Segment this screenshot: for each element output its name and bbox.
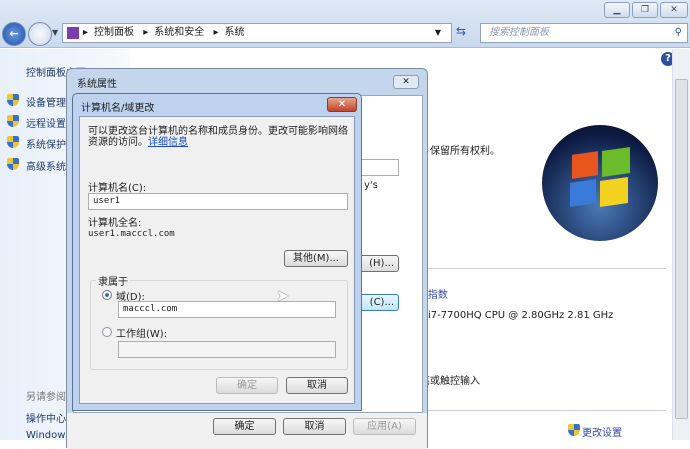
restore-button[interactable]: ❐ [632,2,658,18]
divider [428,268,666,269]
breadcrumb-system[interactable]: 系统 [224,27,244,38]
close-button[interactable]: ✕ [393,75,419,89]
description-field[interactable] [357,159,399,176]
domain-input[interactable]: macccl.com [118,301,336,318]
windows-logo [542,125,658,241]
apply-button[interactable]: 应用(A) [353,418,416,435]
computer-name-dialog: 计算机名/域更改 ✕ 可以更改这台计算机的名称和成员身份。更改可能影响网络资源的… [72,93,362,411]
breadcrumb-control-panel[interactable]: 控制面板 [94,27,134,38]
forward-button[interactable] [28,22,52,46]
shield-icon [7,158,19,170]
description-text: 可以更改这台计算机的名称和成员身份。更改可能影响网络资源的访问。详细信息 [88,126,348,148]
shield-icon [7,94,19,106]
change-settings-link[interactable]: 更改设置 [582,424,622,439]
shield-icon [7,115,19,127]
minimize-button[interactable]: ▁ [604,2,630,18]
dialog-body: 可以更改这台计算机的名称和成员身份。更改可能影响网络资源的访问。详细信息 计算机… [79,116,355,404]
workgroup-radio[interactable] [102,327,112,337]
shield-icon [568,424,580,436]
dialog-title: 系统属性 [77,79,117,90]
remote-settings-link[interactable]: 远程设置 [26,115,66,130]
control-panel-icon [67,27,79,39]
scrollbar[interactable] [672,49,690,440]
description-hint: y's [364,180,378,191]
address-bar[interactable]: ▸ 控制面板 ▸ 系统和安全 ▸ 系统 ▼ [62,23,452,43]
refresh-icon[interactable]: ⇆ [456,24,466,38]
shield-icon [7,136,19,148]
copyright-text: 保留所有权利。 [430,146,500,157]
action-center-link[interactable]: 操作中心 [26,410,66,425]
ok-button[interactable]: 确定 [213,418,276,435]
domain-radio[interactable] [102,290,112,300]
details-link[interactable]: 详细信息 [148,137,188,148]
cancel-button[interactable]: 取消 [283,418,346,435]
windows-update-link[interactable]: Windows [26,430,71,441]
search-input[interactable]: 搜索控制面板 ⚲ [480,23,688,43]
back-button[interactable]: ← [2,22,26,46]
search-icon: ⚲ [674,27,682,38]
cpu-info: i7-7700HQ CPU @ 2.80GHz 2.81 GHz [428,310,614,321]
see-also-heading: 另请参阅 [26,392,66,403]
breadcrumb-system-security[interactable]: 系统和安全 [154,27,204,38]
dialog-title: 计算机名/域更改 [81,103,155,114]
address-dropdown-icon[interactable]: ▼ [435,24,441,42]
close-button[interactable]: ✕ [327,97,357,112]
ok-button[interactable]: 确定 [216,377,278,394]
full-name-label: 计算机全名: [88,218,142,229]
close-button[interactable]: ✕ [660,2,688,18]
computer-name-input[interactable]: user1 [88,193,348,210]
full-name-value: user1.macccl.com [88,229,175,239]
member-of-label: 隶属于 [96,273,130,288]
cancel-button[interactable]: 取消 [286,377,348,394]
workgroup-label: 工作组(W): [116,329,168,340]
mouse-cursor: ➤ [276,286,290,305]
divider [428,410,666,411]
scroll-thumb[interactable] [675,79,688,419]
computer-name-label: 计算机名(C): [88,183,147,194]
system-protection-link[interactable]: 系统保护 [26,136,66,151]
workgroup-input[interactable] [118,341,336,358]
more-button[interactable]: 其他(M)... [284,250,348,267]
recent-pages-dropdown[interactable]: ▼ [52,28,58,37]
